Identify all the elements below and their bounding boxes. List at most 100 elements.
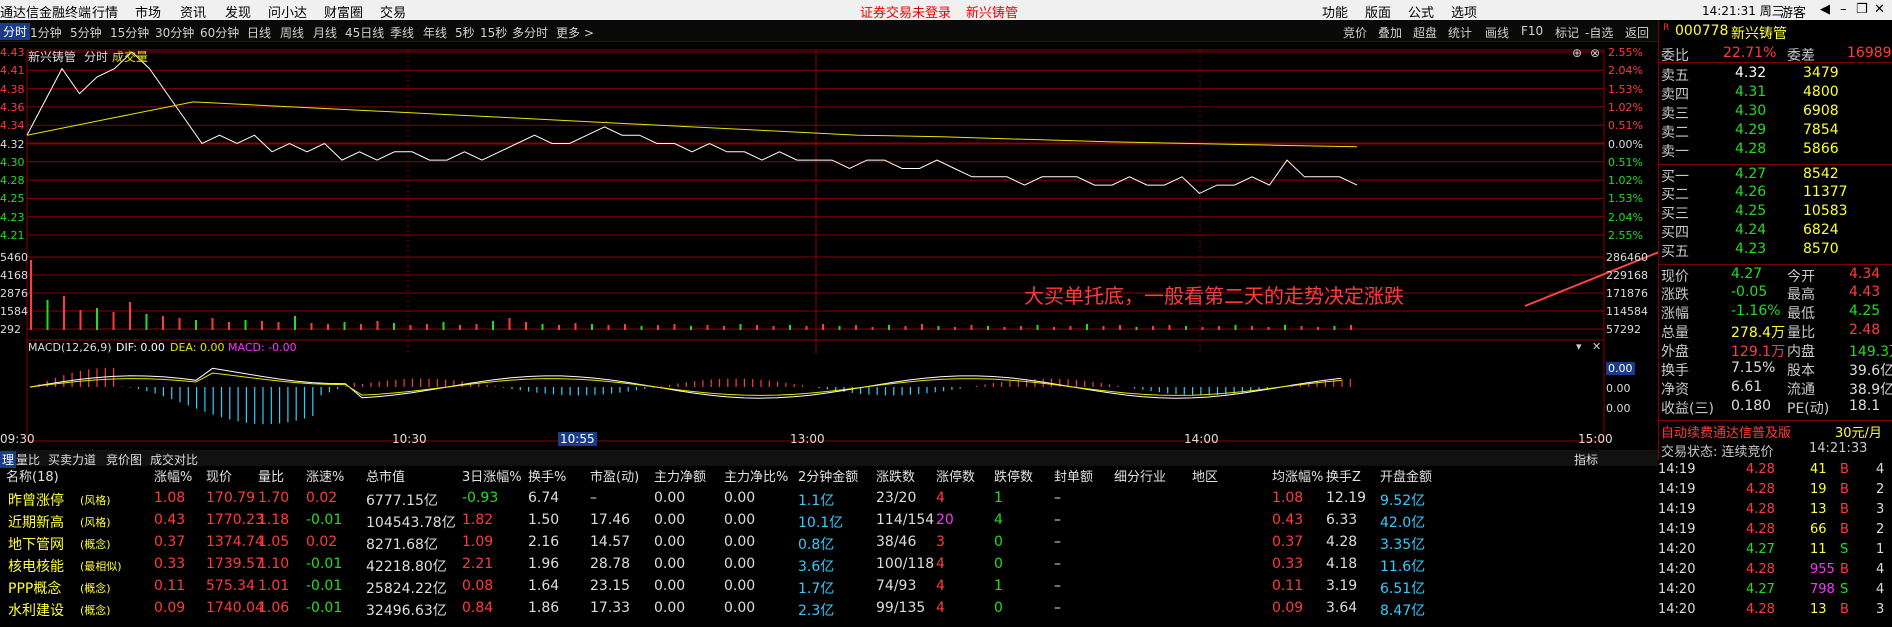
menu-item[interactable]: 选项 (1451, 2, 1477, 21)
table-header[interactable]: 涨幅% (154, 466, 192, 485)
stat-value: 6.61 (1731, 379, 1763, 395)
toolbar-button[interactable]: 竞价 (1343, 24, 1367, 41)
macd-right-tick: 0.00 (1606, 382, 1631, 395)
maximize-icon[interactable]: ❐ (1856, 2, 1868, 17)
period-tab[interactable]: 季线 (390, 24, 414, 41)
menu-item[interactable]: 市场 (135, 2, 161, 21)
toolbar-button[interactable]: -自选 (1585, 24, 1613, 41)
period-tab[interactable]: 45日线 (345, 24, 384, 41)
period-tab[interactable]: 周线 (280, 24, 304, 41)
stat-label: 涨幅 (1661, 306, 1689, 322)
table-row[interactable]: 昨曾涨停 (风格) 1.08 170.79 1.70 0.02 6777.15亿 -0.93 6… (0, 488, 1658, 510)
cell-cap: 42218.80亿 (366, 559, 447, 575)
toolbar-button[interactable]: 叠加 (1378, 24, 1402, 41)
menu-item[interactable]: 发现 (225, 2, 251, 21)
promo-price[interactable]: 30元/月 (1835, 422, 1882, 441)
cell-zt: 20 (936, 512, 954, 528)
back-icon[interactable]: ◀ (1820, 2, 1830, 17)
promo-text[interactable]: 自动续费通达信普及版 (1661, 422, 1791, 441)
period-tab[interactable]: 60分钟 (200, 24, 239, 41)
menu-item[interactable]: 版面 (1365, 2, 1391, 21)
table-header[interactable]: 跌停数 (994, 466, 1033, 485)
close-icon[interactable]: ✕ (1874, 2, 1885, 17)
clock: 14:21:31 周三 (1702, 4, 1784, 18)
toolbar-button[interactable]: 标记 (1555, 24, 1579, 41)
period-tab[interactable]: 年线 (423, 24, 447, 41)
period-tab[interactable]: 月线 (313, 24, 337, 41)
period-tab[interactable]: 多分时 (512, 24, 548, 41)
table-header[interactable]: 细分行业 (1114, 466, 1166, 485)
table-header[interactable]: 量比 (258, 466, 284, 485)
macd-bar (386, 380, 389, 387)
period-tab[interactable]: 分时 (0, 23, 31, 40)
cell-price: 575.34 (206, 578, 255, 594)
chart-stock-name: 新兴铸管 (28, 50, 77, 64)
volume-bar (723, 326, 725, 330)
macd-bar (179, 387, 181, 403)
tick-volume: 41 (1810, 462, 1827, 477)
menu-item[interactable]: 问小达 (268, 2, 307, 21)
minimize-icon[interactable]: – (1840, 2, 1847, 17)
table-header[interactable]: 主力净额 (654, 466, 706, 485)
menu-item[interactable]: 交易 (380, 2, 406, 21)
macd-bar (1349, 378, 1351, 387)
table-header[interactable]: 名称(18) (6, 466, 59, 485)
period-tab[interactable]: 1分钟 (30, 24, 62, 41)
stat-value: 38.9亿 (1849, 382, 1892, 398)
cell-price: 170.79 (206, 490, 255, 506)
table-header[interactable]: 换手Z (1326, 466, 1361, 485)
menu-item[interactable]: 行情 (92, 2, 118, 21)
table-row[interactable]: 地下管网 (概念) 0.37 1374.74 1.05 0.02 8271.68亿 1.09 2… (0, 532, 1658, 554)
table-header[interactable]: 2分钟金额 (798, 466, 858, 485)
table-header[interactable]: 现价 (206, 466, 232, 485)
volume-bar (525, 322, 527, 330)
menu-item[interactable]: 功能 (1322, 2, 1348, 21)
table-row[interactable]: 核电核能 (最相似) 0.33 1739.57 1.10 -0.01 42218.80亿 2.… (0, 554, 1658, 576)
macd-bar (428, 378, 430, 387)
cell-tz: 4.18 (1326, 556, 1358, 572)
table-row[interactable]: 近期新高 (风格) 0.43 1770.23 1.18 -0.01 104543.78亿 1.… (0, 510, 1658, 532)
cell-main: 0.00 (654, 534, 686, 550)
table-header[interactable]: 总市值 (366, 466, 405, 485)
toolbar-button[interactable]: 统计 (1448, 24, 1472, 41)
table-row[interactable]: 水利建设 (概念) 0.09 1740.04 1.06 -0.01 32496.63亿 0.8… (0, 598, 1658, 620)
menu-item[interactable]: 财富圈 (324, 2, 363, 21)
table-header[interactable]: 涨跌数 (876, 466, 915, 485)
volume-bar (492, 321, 494, 330)
table-header[interactable]: 3日涨幅% (462, 466, 522, 485)
close-panel-icon[interactable]: ⊗ (1590, 46, 1600, 60)
table-header[interactable]: 均涨幅% (1272, 466, 1323, 485)
toolbar-button[interactable]: 画线 (1485, 24, 1509, 41)
menu-item[interactable]: 公式 (1408, 2, 1434, 21)
settings-icon[interactable]: ⊕ (1572, 46, 1582, 60)
table-header[interactable]: 换手% (528, 466, 566, 485)
table-header[interactable]: 市盈(动) (590, 466, 639, 485)
dropdown-icon[interactable]: ▾ (1576, 340, 1582, 353)
period-tab[interactable]: 更多 > (556, 24, 594, 41)
period-tab[interactable]: 30分钟 (155, 24, 194, 41)
period-tab[interactable]: 5分钟 (70, 24, 102, 41)
table-header[interactable]: 地区 (1192, 466, 1218, 485)
period-tab[interactable]: 15分钟 (110, 24, 149, 41)
toolbar-button[interactable]: 返回 (1625, 24, 1649, 41)
table-header[interactable]: 涨停数 (936, 466, 975, 485)
cell-updn: 100/118 (876, 556, 935, 572)
table-header[interactable]: 涨速% (306, 466, 344, 485)
period-tab[interactable]: 15秒 (480, 24, 507, 41)
toolbar-button[interactable]: 超盘 (1413, 24, 1437, 41)
guest-label[interactable]: 游客 (1780, 2, 1806, 21)
period-tab[interactable]: 日线 (247, 24, 271, 41)
period-tab[interactable]: 5秒 (455, 24, 475, 41)
cell-vr: 1.01 (258, 578, 290, 594)
macd-bar (328, 387, 330, 393)
menu-item[interactable]: 资讯 (180, 2, 206, 21)
close-macd-icon[interactable]: ✕ (1592, 340, 1601, 353)
table-header[interactable]: 封单额 (1054, 466, 1093, 485)
toolbar-button[interactable]: F10 (1521, 24, 1543, 38)
table-header[interactable]: 主力净比% (724, 466, 788, 485)
table-header[interactable]: 开盘金额 (1380, 466, 1432, 485)
macd-bar (793, 383, 795, 387)
macd-bar (279, 387, 281, 424)
intraday-chart[interactable]: 新兴铸管 分时 成交量 4.43 4.41 4.38 4.36 4.34 4.32 4.30… (0, 42, 1863, 446)
table-row[interactable]: PPP概念 (概念) 0.11 575.34 1.01 -0.01 25824.22亿 0.0… (0, 576, 1658, 598)
